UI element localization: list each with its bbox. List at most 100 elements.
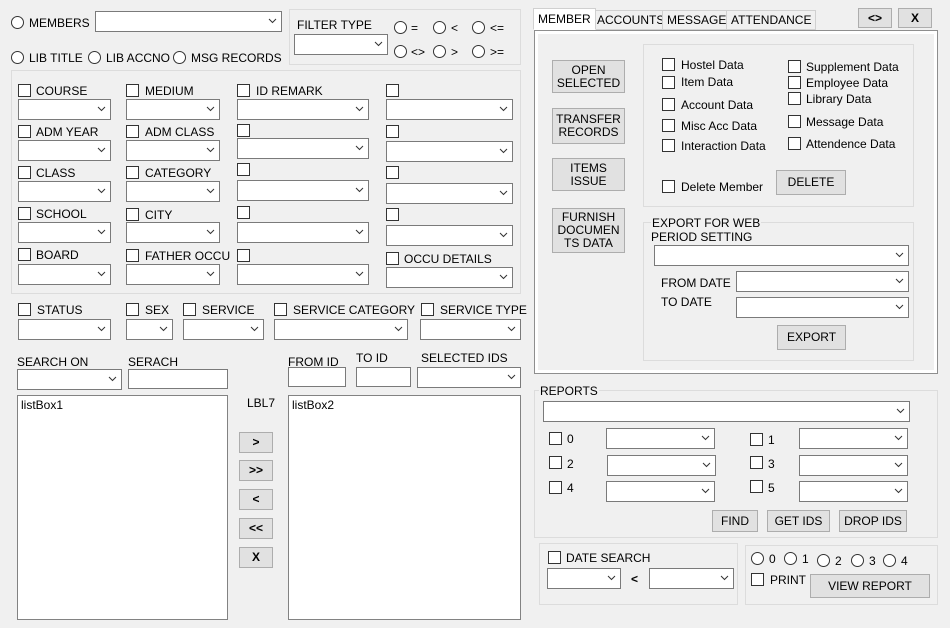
find-button[interactable]: FIND [712, 510, 758, 532]
report-4-checkbox[interactable] [549, 481, 562, 494]
report-1-checkbox[interactable] [750, 433, 763, 446]
item-data-checkbox[interactable] [662, 76, 675, 89]
report-mode-0-radio[interactable] [751, 552, 764, 565]
interaction-data-checkbox[interactable] [662, 139, 675, 152]
period-setting-combo[interactable] [654, 245, 909, 266]
custom-filter-4-1-combo[interactable] [386, 99, 513, 120]
lib-accno-radio[interactable] [88, 51, 101, 64]
id-remark-combo[interactable] [237, 99, 369, 120]
board-combo[interactable] [18, 264, 111, 285]
tab-accounts[interactable]: ACCOUNTS [592, 10, 670, 30]
op-lt-radio[interactable] [433, 21, 446, 34]
report-3-combo[interactable] [799, 455, 908, 476]
class-checkbox[interactable] [18, 166, 31, 179]
status-checkbox[interactable] [18, 303, 31, 316]
furnish-documents-data-button[interactable]: FURNISH DOCUMEN TS DATA [552, 208, 625, 253]
sex-combo[interactable] [126, 319, 173, 340]
service-category-checkbox[interactable] [274, 303, 287, 316]
course-checkbox[interactable] [18, 84, 31, 97]
custom-filter-3-2-checkbox[interactable] [237, 124, 250, 137]
custom-filter-4-1-checkbox[interactable] [386, 84, 399, 97]
class-combo[interactable] [18, 181, 111, 202]
custom-filter-4-4-checkbox[interactable] [386, 208, 399, 221]
medium-checkbox[interactable] [126, 84, 139, 97]
occu-details-combo[interactable] [386, 267, 513, 288]
report-0-combo[interactable] [606, 428, 715, 449]
close-button[interactable]: X [898, 8, 932, 28]
custom-filter-3-3-combo[interactable] [237, 180, 369, 201]
supplement-data-checkbox[interactable] [788, 60, 801, 73]
op-ge-radio[interactable] [472, 45, 485, 58]
from-date-combo[interactable] [736, 271, 909, 292]
report-mode-4-radio[interactable] [883, 554, 896, 567]
report-mode-2-radio[interactable] [817, 554, 830, 567]
op-le-radio[interactable] [472, 21, 485, 34]
custom-filter-4-2-combo[interactable] [386, 141, 513, 162]
service-checkbox[interactable] [183, 303, 196, 316]
view-report-button[interactable]: VIEW REPORT [810, 574, 930, 598]
adm-class-combo[interactable] [126, 140, 220, 161]
school-checkbox[interactable] [18, 207, 31, 220]
custom-filter-3-4-combo[interactable] [237, 222, 369, 243]
items-issue-button[interactable]: ITEMS ISSUE [552, 158, 625, 191]
move-left-button[interactable]: < [239, 489, 273, 510]
report-2-checkbox[interactable] [549, 456, 562, 469]
print-checkbox[interactable] [751, 573, 764, 586]
reports-combo[interactable] [543, 401, 910, 422]
occu-details-checkbox[interactable] [386, 252, 399, 265]
custom-filter-3-5-checkbox[interactable] [237, 249, 250, 262]
op-eq-radio[interactable] [394, 21, 407, 34]
listbox2[interactable]: listBox2 [288, 395, 521, 620]
report-5-checkbox[interactable] [750, 480, 763, 493]
members-radio[interactable] [11, 16, 24, 29]
delete-button[interactable]: DELETE [776, 170, 846, 195]
custom-filter-3-4-checkbox[interactable] [237, 206, 250, 219]
op-ne-radio[interactable] [394, 45, 407, 58]
to-date-combo[interactable] [736, 297, 909, 318]
tab-member[interactable]: MEMBER [533, 8, 596, 30]
lib-title-radio[interactable] [11, 51, 24, 64]
listbox1[interactable]: listBox1 [17, 395, 228, 620]
attendence-data-checkbox[interactable] [788, 137, 801, 150]
school-combo[interactable] [18, 222, 111, 243]
serach-input[interactable] [128, 369, 228, 389]
toggle-view-button[interactable]: <> [858, 8, 892, 28]
library-data-checkbox[interactable] [788, 92, 801, 105]
open-selected-button[interactable]: OPEN SELECTED [552, 60, 625, 93]
custom-filter-4-4-combo[interactable] [386, 225, 513, 246]
misc-acc-data-checkbox[interactable] [662, 119, 675, 132]
service-type-combo[interactable] [420, 319, 521, 340]
report-3-checkbox[interactable] [750, 456, 763, 469]
listbox2-item[interactable]: listBox2 [292, 398, 334, 412]
drop-ids-button[interactable]: DROP IDS [839, 510, 907, 532]
to-id-input[interactable] [356, 367, 411, 387]
move-all-right-button[interactable]: >> [239, 460, 273, 481]
transfer-records-button[interactable]: TRANSFER RECORDS [552, 108, 625, 144]
date-search-to-combo[interactable] [649, 568, 734, 589]
op-gt-radio[interactable] [433, 45, 446, 58]
move-right-button[interactable]: > [239, 432, 273, 453]
custom-filter-3-3-checkbox[interactable] [237, 163, 250, 176]
date-search-from-combo[interactable] [547, 568, 621, 589]
report-4-combo[interactable] [606, 481, 715, 502]
tab-message[interactable]: MESSAGE [662, 10, 732, 30]
custom-filter-3-5-combo[interactable] [237, 264, 369, 285]
get-ids-button[interactable]: GET IDS [767, 510, 830, 532]
employee-data-checkbox[interactable] [788, 76, 801, 89]
custom-filter-4-2-checkbox[interactable] [386, 125, 399, 138]
service-category-combo[interactable] [274, 319, 408, 340]
filter-type-combo[interactable] [294, 34, 388, 55]
service-type-checkbox[interactable] [421, 303, 434, 316]
sex-checkbox[interactable] [126, 303, 139, 316]
report-2-combo[interactable] [607, 455, 716, 476]
members-combo[interactable] [95, 11, 282, 32]
father-occu-checkbox[interactable] [126, 249, 139, 262]
move-all-left-button[interactable]: << [239, 518, 273, 539]
report-mode-1-radio[interactable] [784, 552, 797, 565]
id-remark-checkbox[interactable] [237, 84, 250, 97]
city-combo[interactable] [126, 222, 220, 243]
clear-list-button[interactable]: X [239, 547, 273, 568]
listbox1-item[interactable]: listBox1 [21, 398, 63, 412]
status-combo[interactable] [18, 319, 111, 340]
father-occu-combo[interactable] [126, 264, 220, 285]
